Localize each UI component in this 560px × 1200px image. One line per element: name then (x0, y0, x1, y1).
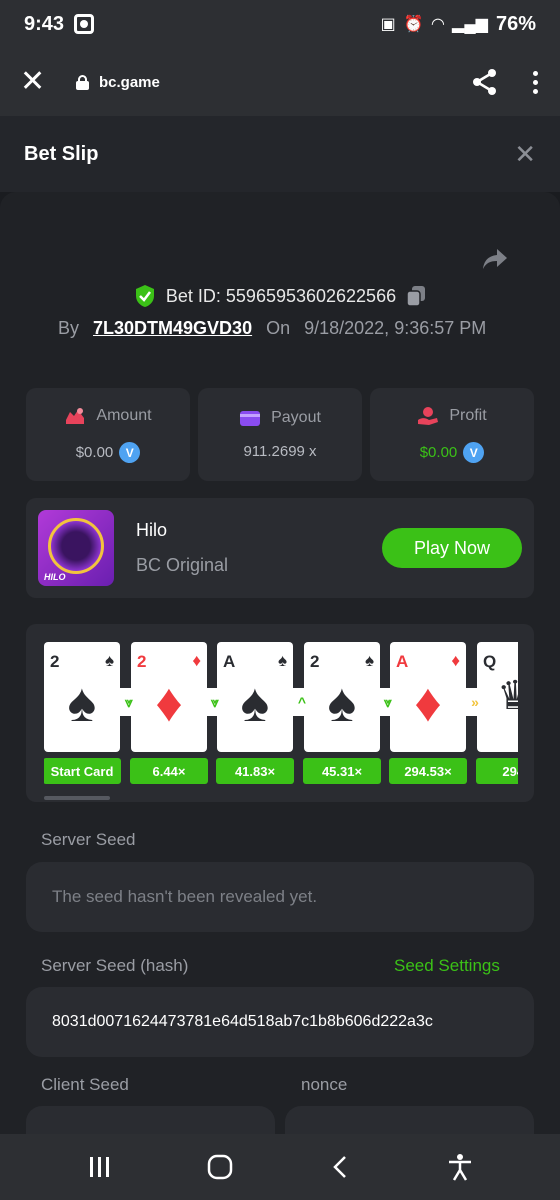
on-label: On (266, 318, 291, 338)
android-nav-bar (0, 1134, 560, 1200)
bet-datetime: 9/18/2022, 9:36:57 PM (304, 318, 487, 338)
stats-row: Amount $0.00 V Payout 911.2699 x Profit (26, 388, 534, 481)
coin-icon: V (463, 442, 485, 463)
card-multiplier: 45.31× (303, 758, 381, 784)
card-rank: 2 (310, 652, 320, 671)
card-rank: A (396, 652, 409, 671)
lower-arrow-icon: ⩔ (374, 688, 402, 716)
card-rank: 2 (137, 652, 147, 671)
amount-icon (66, 408, 85, 424)
bet-id: Bet ID: 55965953602622566 (165, 285, 397, 306)
payout-card: Payout 911.2699 x (198, 388, 362, 481)
server-seed-hash-label: Server Seed (hash) (41, 956, 189, 975)
card-suit-small: ♠ (277, 651, 287, 670)
notification-icon (74, 14, 95, 34)
page-title: Bet Slip (24, 142, 99, 165)
status-time: 9:43 (24, 12, 65, 35)
hilo-thumbnail[interactable]: HILO (38, 510, 114, 586)
card-multiplier: Start Card (44, 758, 121, 784)
url-text: bc.game (99, 73, 160, 91)
higher-arrow-icon: ^ (288, 688, 316, 716)
amount-card: Amount $0.00 V (26, 388, 190, 481)
forward-share-icon[interactable] (482, 248, 508, 270)
server-seed-label: Server Seed (41, 830, 136, 849)
coin-icon: V (119, 442, 141, 463)
accessibility-icon[interactable] (440, 1147, 480, 1187)
verified-shield-icon (135, 285, 154, 307)
thumb-text: HILO (44, 572, 66, 582)
url-bar[interactable]: bc.game (76, 74, 470, 91)
scroll-indicator[interactable] (44, 796, 110, 800)
bet-slip-header: Bet Slip ✕ (0, 116, 560, 192)
signal-icon: ▂▄▆ (452, 16, 488, 33)
profit-icon (418, 407, 439, 425)
seed-settings-link[interactable]: Seed Settings (394, 956, 500, 976)
cards-history[interactable]: 2 ♠ ♠ Start Card 2 ♦ ♦ 6.44× A ♠ ♠ 41.83× 2 ♠ ♠ 45.31× A… (26, 624, 534, 802)
card-suit-small: ♠ (364, 651, 374, 670)
copy-icon[interactable] (406, 285, 426, 307)
card-rank: A (223, 652, 236, 671)
card-rank: Q (483, 652, 497, 671)
card-multiplier: 6.44× (130, 758, 208, 784)
playing-card: 2 ♠ ♠ (44, 642, 120, 752)
game-card: HILO Hilo BC Original Play Now (26, 498, 534, 598)
payout-value: 911.2699 x (243, 443, 317, 460)
recent-apps-icon[interactable] (80, 1147, 120, 1187)
profit-value: $0.00 (419, 444, 458, 461)
play-now-button[interactable]: Play Now (382, 528, 522, 568)
amount-value: $0.00 (75, 444, 114, 461)
lower-arrow-icon: ⩔ (115, 688, 143, 716)
server-seed-field[interactable]: The seed hasn't been revealed yet. (26, 862, 534, 932)
card-rank: 2 (50, 652, 60, 671)
amount-label: Amount (96, 407, 152, 424)
cards-row[interactable]: 2 ♠ ♠ Start Card 2 ♦ ♦ 6.44× A ♠ ♠ 41.83× 2 ♠ ♠ 45.31× A… (44, 642, 518, 784)
skip-arrow-icon: » (461, 688, 489, 716)
close-icon[interactable]: ✕ (514, 139, 536, 170)
card-suit-small: ♦ (192, 651, 201, 670)
payout-label: Payout (271, 409, 321, 426)
server-seed-hash-field[interactable]: 8031d0071624473781e64d518ab7c1b8b606d222… (26, 987, 534, 1057)
profit-label: Profit (449, 407, 487, 424)
close-icon[interactable]: ✕ (20, 67, 50, 97)
game-name: Hilo (136, 520, 168, 540)
more-options-icon[interactable] (530, 70, 540, 94)
card-multiplier: 294.53× (389, 758, 467, 784)
by-label: By (58, 318, 80, 338)
browser-toolbar: ✕ bc.game (0, 48, 560, 116)
nonce-label: nonce (301, 1075, 348, 1094)
nonce-field[interactable] (285, 1106, 534, 1136)
card-suit-small: ♦ (451, 651, 460, 670)
card-suit-small: ♠ (104, 651, 114, 670)
battery-percent: 76% (495, 12, 536, 35)
share-icon[interactable] (470, 67, 500, 97)
bet-byline: By 7L30DTM49GVD30 On 9/18/2022, 9:36:57 … (58, 318, 486, 339)
client-seed-label: Client Seed (41, 1075, 129, 1094)
lock-icon (76, 74, 89, 90)
home-icon[interactable] (200, 1147, 240, 1187)
alarm-icon: ⏰ (403, 16, 424, 33)
back-icon[interactable] (320, 1147, 360, 1187)
bet-id-row: Bet ID: 55965953602622566 (0, 284, 560, 308)
wallet-icon (240, 411, 261, 426)
game-provider: BC Original (136, 555, 229, 575)
profit-card: Profit $0.00 V (370, 388, 534, 481)
battery-saver-icon: ▣ (380, 16, 396, 33)
user-link[interactable]: 7L30DTM49GVD30 (93, 318, 252, 339)
card-multiplier: 41.83× (216, 758, 294, 784)
card-suit-icon: ♠ (67, 673, 97, 733)
wifi-icon: ◠ (431, 16, 445, 33)
card-multiplier: 294. (476, 758, 518, 784)
client-seed-field[interactable] (26, 1106, 275, 1136)
lower-arrow-icon: ⩔ (201, 688, 229, 716)
status-bar: 9:43 ▣ ⏰ ◠ ▂▄▆ 76% (0, 0, 560, 48)
